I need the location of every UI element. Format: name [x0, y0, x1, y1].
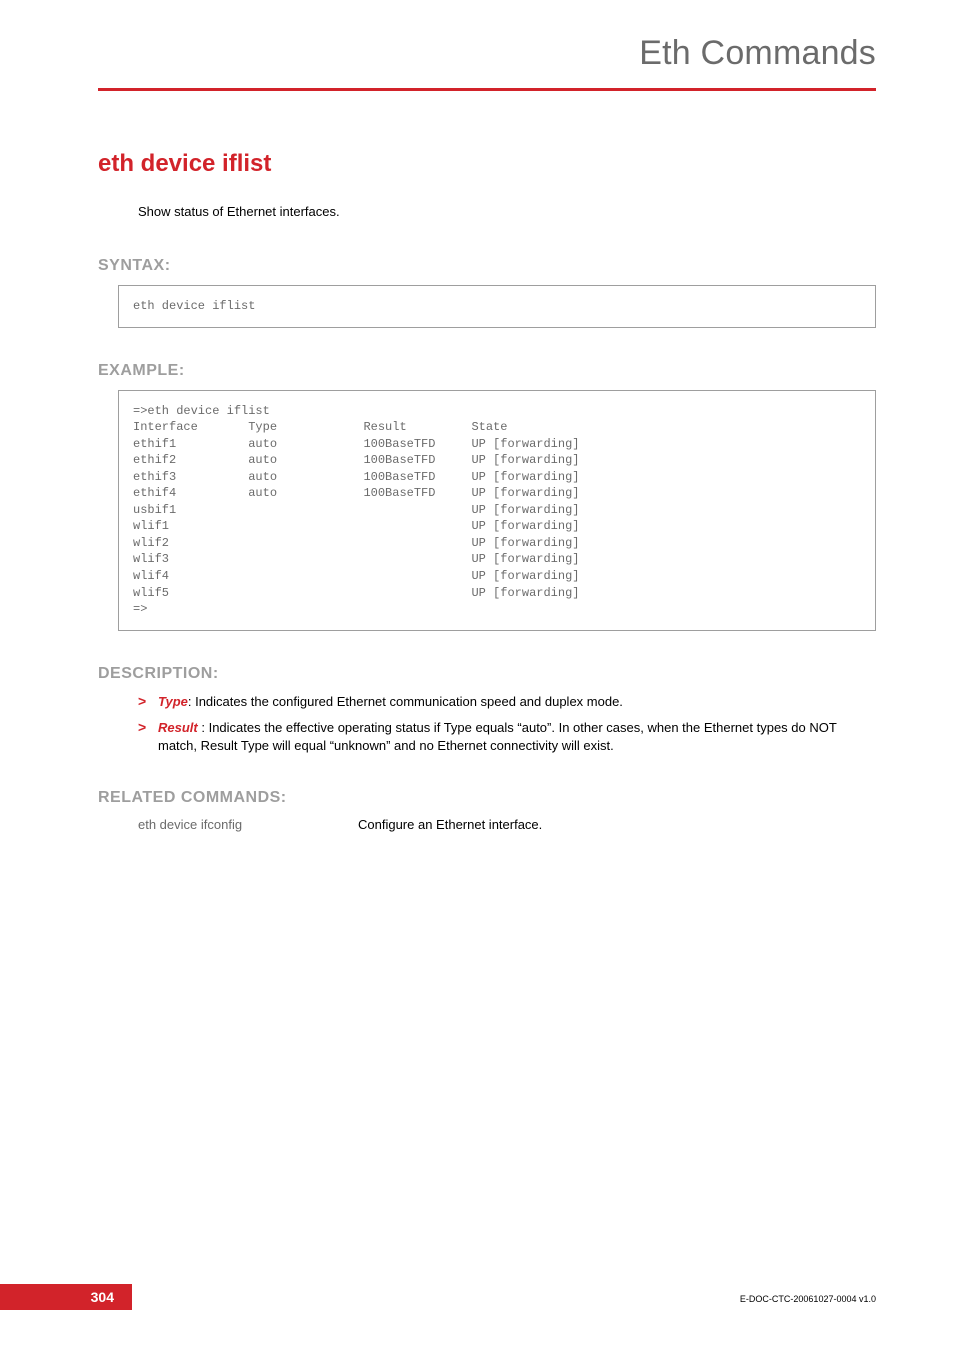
description-sep: :	[198, 720, 209, 735]
bullet-icon: >	[138, 719, 158, 736]
description-sep: :	[188, 694, 195, 709]
document-id: E-DOC-CTC-20061027-0004 v1.0	[740, 1294, 876, 1304]
header-rule	[98, 88, 876, 91]
page-number-badge: 304	[0, 1284, 132, 1310]
description-heading: DESCRIPTION:	[98, 665, 876, 683]
example-code: =>eth device iflist Interface Type Resul…	[118, 390, 876, 631]
description-text: Result : Indicates the effective operati…	[158, 719, 876, 755]
bullet-icon: >	[138, 693, 158, 710]
related-commands-table: eth device ifconfig Configure an Etherne…	[138, 817, 876, 832]
description-term: Type	[158, 694, 188, 709]
example-heading: EXAMPLE:	[98, 362, 876, 380]
description-body: Indicates the configured Ethernet commun…	[195, 694, 623, 709]
related-command-desc: Configure an Ethernet interface.	[358, 817, 876, 832]
list-item: > Result : Indicates the effective opera…	[138, 719, 876, 755]
table-row: eth device ifconfig Configure an Etherne…	[138, 817, 876, 832]
syntax-code: eth device iflist	[118, 285, 876, 328]
related-command-name: eth device ifconfig	[138, 817, 358, 832]
command-intro: Show status of Ethernet interfaces.	[138, 204, 876, 219]
page-header-title: Eth Commands	[639, 34, 876, 73]
description-term: Result	[158, 720, 198, 735]
command-title: eth device iflist	[98, 150, 876, 178]
description-list: > Type: Indicates the configured Etherne…	[138, 693, 876, 756]
syntax-heading: SYNTAX:	[98, 257, 876, 275]
description-text: Type: Indicates the configured Ethernet …	[158, 693, 876, 711]
list-item: > Type: Indicates the configured Etherne…	[138, 693, 876, 711]
description-body: Indicates the effective operating status…	[158, 720, 837, 753]
page-footer: 304 E-DOC-CTC-20061027-0004 v1.0	[0, 1284, 954, 1310]
related-heading: RELATED COMMANDS:	[98, 789, 876, 807]
